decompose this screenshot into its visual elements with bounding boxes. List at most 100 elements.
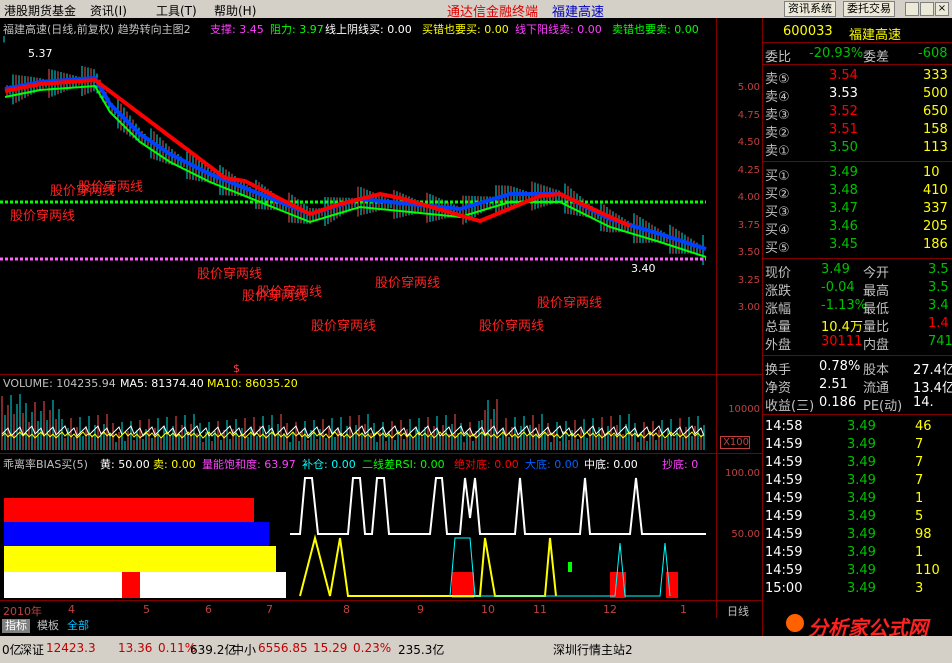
news-system-button[interactable]: 资讯系统 [784,1,836,17]
bias-chart[interactable] [0,468,716,600]
tab-indicator[interactable]: 指标 [2,619,30,633]
bid-volume: 186 [923,237,948,252]
quote-row: 外盘 30111内盘 7412 [763,333,952,353]
must-buy-label: 买错也要买: 0.00 [422,23,509,36]
tab-template[interactable]: 模板 [34,619,62,633]
date-axis-label: 11 [533,603,547,616]
tick-volume: 3 [915,581,924,596]
bias-red-block [4,498,254,522]
tick-time: 14:59 [765,473,803,488]
tick-time: 14:59 [765,437,803,452]
quote-row: 买⑤ 3.45 186 [763,236,952,256]
wc-label: 委差 [863,50,890,65]
low-price-label: 3.40 [631,262,656,275]
tick-price: 3.49 [847,563,876,578]
minimize-icon[interactable] [905,2,919,16]
price-axis-label: 4.00 [737,192,760,203]
support-label: 支撑: 3.45 [210,23,264,36]
stat-value: 14. [913,395,934,410]
ma10-label: MA10: 86035.20 [207,377,298,390]
stat-value: 3.5 [928,262,949,277]
tick-time: 14:59 [765,455,803,470]
below-line-sell-label: 线下阳线卖: 0.00 [515,23,602,36]
menu-help[interactable]: 帮助(H) [214,2,256,19]
ask-price: 3.50 [829,140,858,155]
bias-axis-top: 100.00 [725,468,760,479]
bid-price: 3.48 [829,183,858,198]
tick-price: 3.49 [847,581,876,596]
stat-value: 0.78% [819,359,861,374]
tick-volume: 98 [915,527,932,542]
annotation: 股价穿两线 [197,267,263,282]
tick-volume: 110 [915,563,940,578]
date-axis-label: 7 [266,603,273,616]
logo-icon [786,614,804,632]
volume-label: VOLUME: 104235.94 [3,377,116,390]
chart-title: 福建高速(日线,前复权) 趋势转向主图2 [3,23,191,36]
tick-time: 14:59 [765,509,803,524]
volume-chart[interactable] [0,392,716,452]
bias-yellow-line [299,534,557,597]
ask-price: 3.53 [829,86,858,101]
annotation: 股价穿两线 [10,209,76,224]
price-axis-label: 3.00 [737,302,760,313]
bias-white-block [4,572,286,598]
tick-volume: 7 [915,455,924,470]
tick-time: 14:58 [765,419,803,434]
quote-row: 14:59 3.49 98 [763,526,952,544]
stat-value: 7412 [928,334,952,349]
menu-funds[interactable]: 港股期货基金 [4,2,76,19]
quote-row: 14:59 3.49 1 [763,544,952,562]
tick-price: 3.49 [847,491,876,506]
stat-value: 0.186 [819,395,857,410]
volume-scale-label: X100 [720,436,750,449]
stat-label: 内盘 [863,338,890,353]
bid-volume: 205 [923,219,948,234]
trade-button[interactable]: 委托交易 [843,1,895,17]
price-axis-label: 4.50 [737,137,760,148]
stat-value: -0.04 [821,280,855,295]
ask-price: 3.51 [829,122,858,137]
annotation: 股价穿两线 [242,289,308,304]
annotation: 股价穿两线 [537,296,603,311]
quote-row: 卖⑤ 3.54 333 [763,67,952,87]
candles [3,36,704,266]
ma5-label: MA5: 81374.40 [120,377,204,390]
bid-volume: 337 [923,201,948,216]
ask-label: 卖① [765,144,790,159]
wb-label: 委比 [765,50,792,65]
ask-volume: 158 [923,122,948,137]
period-label[interactable]: 日线 [727,603,749,619]
bid-label: 买⑤ [765,241,790,256]
bias-axis-mid: 50.00 [731,529,760,540]
resistance-label: 阻力: 3.97 [270,23,324,36]
wc-value: -608 [918,46,948,61]
stat-label: 外盘 [765,338,792,353]
quote-row: 收益(三) 0.186 PE(动) 14. [763,394,952,414]
bid-volume: 410 [923,183,948,198]
bias-marker [568,562,572,572]
close-icon[interactable]: × [935,2,949,16]
stock-name: 福建高速 [849,28,902,43]
tick-volume: 7 [915,473,924,488]
tick-volume: 46 [915,419,932,434]
tick-time: 14:59 [765,491,803,506]
restore-icon[interactable] [920,2,934,16]
server-station[interactable]: 深圳行情主站2 [553,641,633,658]
menu-news[interactable]: 资讯(I) [90,2,127,19]
bid-price: 3.47 [829,201,858,216]
quote-row: 14:59 3.49 7 [763,472,952,490]
date-axis-label: 6 [205,603,212,616]
menu-tools[interactable]: 工具(T) [156,2,197,19]
tab-all[interactable]: 全部 [64,619,92,633]
date-axis-label: 5 [143,603,150,616]
annotation: 股价穿两线 [311,319,377,334]
tick-time: 15:00 [765,581,803,596]
annotation: 股价穿两线 [375,276,441,291]
ask-price: 3.54 [829,68,858,83]
price-axis-label: 3.75 [737,219,760,231]
quote-row: 总量 10.4万 量比 1.4 [763,315,952,335]
price-axis-label: 3.50 [737,247,760,258]
bias-line [290,477,706,535]
date-axis-label: 9 [417,603,424,616]
